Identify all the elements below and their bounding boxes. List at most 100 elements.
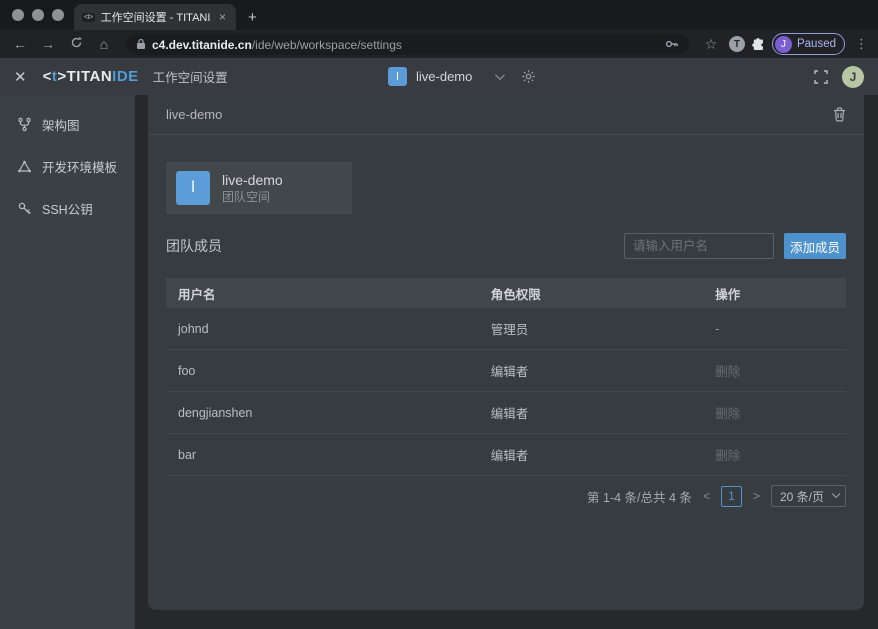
trash-icon <box>833 107 846 122</box>
col-username: 用户名 <box>166 284 479 303</box>
col-role: 角色权限 <box>479 284 703 303</box>
current-page-button[interactable]: 1 <box>721 486 742 507</box>
settings-panel: live-demo l live-demo 团队空间 团队成员 <box>148 95 864 610</box>
username-input[interactable] <box>624 233 774 259</box>
chevron-down-icon <box>832 490 840 498</box>
prev-page-icon[interactable]: < <box>701 489 712 503</box>
url-host: c4.dev.titanide.cn <box>152 38 252 52</box>
reload-icon[interactable] <box>64 33 88 55</box>
no-action-dash: - <box>703 322 846 336</box>
next-page-icon[interactable]: > <box>751 489 762 503</box>
member-role: 编辑者 <box>479 361 703 380</box>
members-table: 用户名 角色权限 操作 johnd 管理员 - foo 编辑者 删除 dengj… <box>166 278 846 476</box>
sidebar-item-label: 开发环境模板 <box>42 157 117 176</box>
workspace-name: live-demo <box>416 69 472 84</box>
url-path: /ide/web/workspace/settings <box>252 38 402 52</box>
back-icon[interactable]: ← <box>8 33 32 55</box>
workspace-switcher[interactable]: l live-demo <box>388 58 536 95</box>
page-size-value: 20 条/页 <box>780 488 824 505</box>
browser-window: <I> 工作空间设置 - TITANIDE × + ← → ⌂ c4.dev.t… <box>0 0 878 629</box>
member-role: 编辑者 <box>479 445 703 464</box>
table-row: dengjianshen 编辑者 删除 <box>166 392 846 434</box>
delete-member-link[interactable]: 删除 <box>703 403 846 422</box>
table-row: foo 编辑者 删除 <box>166 350 846 392</box>
sidebar-item-label: SSH公钥 <box>42 199 93 218</box>
breadcrumb: live-demo <box>166 107 222 122</box>
sidebar-item-label: 架构图 <box>42 115 80 134</box>
browser-profile-button[interactable]: J Paused <box>772 33 845 55</box>
browser-tab[interactable]: <I> 工作空间设置 - TITANIDE × <box>74 4 236 30</box>
fullscreen-icon[interactable] <box>814 70 828 84</box>
workspace-badge: l <box>388 67 407 86</box>
address-bar[interactable]: c4.dev.titanide.cn/ide/web/workspace/set… <box>126 33 689 55</box>
sync-paused-label: Paused <box>797 38 836 50</box>
favicon-icon: <I> <box>82 13 95 22</box>
member-username: johnd <box>166 322 479 336</box>
logo-bracket-right: > <box>57 68 66 85</box>
lock-icon <box>136 38 146 50</box>
browser-menu-icon[interactable]: ⋮ <box>851 36 870 52</box>
password-key-icon[interactable] <box>665 38 679 50</box>
bookmark-star-icon[interactable]: ☆ <box>699 33 723 55</box>
page-title: 工作空间设置 <box>153 67 228 86</box>
delete-workspace-button[interactable] <box>833 107 846 122</box>
close-workspace-icon[interactable]: ✕ <box>14 68 27 86</box>
add-member-button[interactable]: 添加成员 <box>784 233 846 259</box>
delete-member-link[interactable]: 删除 <box>703 445 846 464</box>
page-size-select[interactable]: 20 条/页 <box>771 485 846 507</box>
member-role: 编辑者 <box>479 403 703 422</box>
profile-avatar: J <box>775 36 792 53</box>
fork-icon <box>17 117 32 132</box>
gear-icon[interactable] <box>521 69 536 84</box>
triangle-icon <box>17 159 32 174</box>
toolbar-right: ☆ T J Paused ⋮ <box>699 33 870 55</box>
traffic-light-minimize[interactable] <box>32 9 44 21</box>
logo-ide: IDE <box>112 68 139 85</box>
browser-toolbar: ← → ⌂ c4.dev.titanide.cn/ide/web/workspa… <box>0 30 878 58</box>
panel-header: live-demo <box>148 95 864 135</box>
panel-body: l live-demo 团队空间 团队成员 添加成员 用户名 <box>148 135 864 507</box>
table-row: bar 编辑者 删除 <box>166 434 846 476</box>
app-body: 架构图 开发环境模板 SSH公钥 live-demo <box>0 95 878 629</box>
new-tab-button[interactable]: + <box>236 4 269 30</box>
header-right: J <box>814 66 864 88</box>
sidebar-item-architecture[interactable]: 架构图 <box>0 103 135 145</box>
member-username: dengjianshen <box>166 406 479 420</box>
table-body: johnd 管理员 - foo 编辑者 删除 dengjianshen 编辑者 … <box>166 308 846 476</box>
chevron-down-icon <box>495 70 505 80</box>
logo-titan: TITAN <box>67 68 113 85</box>
member-role: 管理员 <box>479 319 703 338</box>
workspace-card-name: live-demo <box>222 171 283 189</box>
tab-title: 工作空间设置 - TITANIDE <box>101 9 211 25</box>
user-avatar[interactable]: J <box>842 66 864 88</box>
workspace-card-type: 团队空间 <box>222 189 283 205</box>
tab-close-icon[interactable]: × <box>217 10 228 24</box>
sidebar-item-ssh-key[interactable]: SSH公钥 <box>0 187 135 229</box>
table-header-row: 用户名 角色权限 操作 <box>166 278 846 308</box>
titanide-logo: <t>TITANIDE <box>43 68 139 85</box>
extension-t-icon[interactable]: T <box>729 36 745 52</box>
extensions-puzzle-icon[interactable] <box>751 37 766 52</box>
pagination: 第 1-4 条/总共 4 条 < 1 > 20 条/页 <box>166 485 846 507</box>
home-icon[interactable]: ⌂ <box>92 33 116 55</box>
member-username: bar <box>166 448 479 462</box>
app-header: ✕ <t>TITANIDE 工作空间设置 l live-demo J <box>0 58 878 95</box>
forward-icon[interactable]: → <box>36 33 60 55</box>
delete-member-link[interactable]: 删除 <box>703 361 846 380</box>
pagination-summary: 第 1-4 条/总共 4 条 <box>587 487 692 506</box>
members-toolbar: 团队成员 添加成员 <box>166 233 846 259</box>
logo-bracket-left: < <box>43 68 52 85</box>
traffic-light-close[interactable] <box>12 9 24 21</box>
traffic-light-zoom[interactable] <box>52 9 64 21</box>
key-icon <box>17 201 32 216</box>
members-section-title: 团队成员 <box>166 236 222 256</box>
sidebar: 架构图 开发环境模板 SSH公钥 <box>0 95 135 629</box>
col-actions: 操作 <box>703 284 846 303</box>
member-username: foo <box>166 364 479 378</box>
tab-strip: <I> 工作空间设置 - TITANIDE × + <box>0 0 878 30</box>
workspace-card-badge: l <box>176 171 210 205</box>
content-area: live-demo l live-demo 团队空间 团队成员 <box>135 95 878 629</box>
workspace-card: l live-demo 团队空间 <box>166 162 352 214</box>
window-controls <box>0 0 74 30</box>
sidebar-item-dev-template[interactable]: 开发环境模板 <box>0 145 135 187</box>
